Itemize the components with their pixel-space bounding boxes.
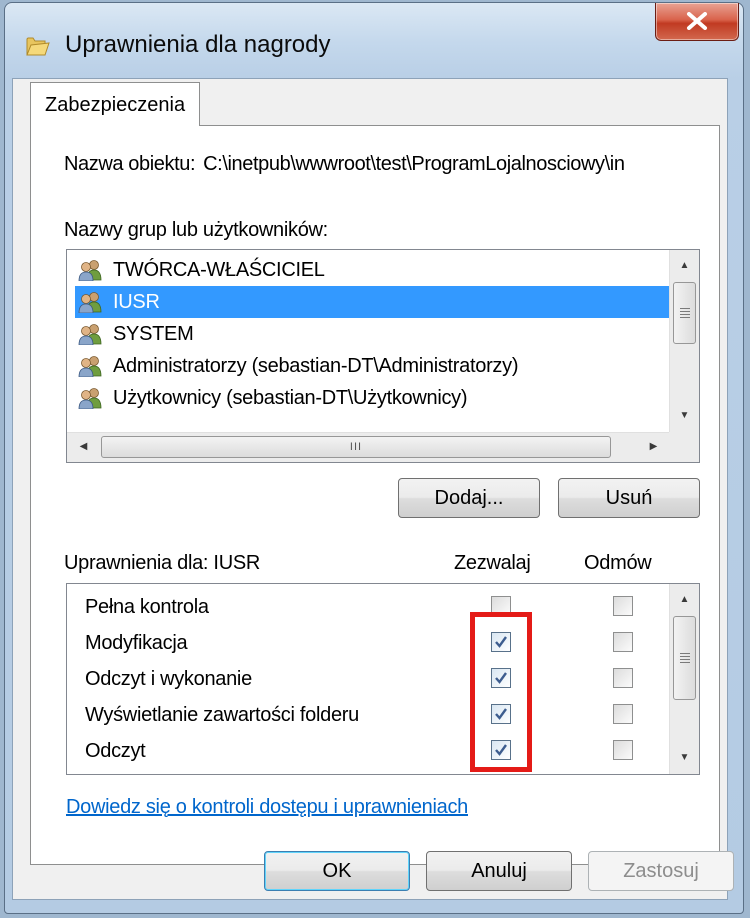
list-item-selected[interactable]: IUSR (75, 286, 671, 318)
groups-vertical-scrollbar[interactable]: ▲ ▼ (669, 250, 699, 432)
scroll-down-arrow-icon[interactable]: ▼ (670, 402, 699, 430)
help-link[interactable]: Dowiedz się o kontroli dostępu i uprawni… (66, 796, 468, 819)
folder-icon (26, 37, 50, 56)
list-item-label: TWÓRCA-WŁAŚCICIEL (113, 259, 325, 281)
deny-checkbox[interactable] (613, 632, 633, 652)
close-button[interactable] (655, 3, 739, 41)
list-item[interactable]: Użytkownicy (sebastian-DT\Użytkownicy) (75, 382, 671, 414)
permission-row-partial (67, 768, 667, 774)
groups-horizontal-scrollbar[interactable]: ◀ III ▶ (67, 432, 669, 462)
permissions-label: Uprawnienia dla: IUSR (64, 552, 261, 574)
permission-row: Pełna kontrola (67, 588, 667, 624)
window-title: Uprawnienia dla nagrody (65, 31, 331, 58)
deny-checkbox[interactable] (613, 596, 633, 616)
grip-icon (680, 308, 690, 318)
close-icon (687, 12, 707, 30)
users-icon (78, 292, 102, 313)
remove-button[interactable]: Usuń (558, 478, 700, 518)
permissions-vertical-scrollbar[interactable]: ▲ ▼ (669, 584, 699, 774)
list-item-label: Użytkownicy (sebastian-DT\Użytkownicy) (113, 387, 468, 409)
apply-button[interactable]: Zastosuj (588, 851, 734, 891)
permission-name: Pełna kontrola (85, 596, 209, 618)
list-item[interactable]: Administratorzy (sebastian-DT\Administra… (75, 350, 671, 382)
scroll-up-arrow-icon[interactable]: ▲ (670, 586, 699, 614)
scrollbar-thumb[interactable] (673, 282, 696, 344)
scrollbar-thumb-horizontal[interactable]: III (101, 436, 611, 458)
scroll-up-arrow-icon[interactable]: ▲ (670, 252, 699, 280)
scroll-down-arrow-icon[interactable]: ▼ (670, 744, 699, 772)
scrollbar-thumb[interactable] (673, 616, 696, 700)
users-icon (78, 260, 102, 281)
permission-name: Wyświetlanie zawartości folderu (85, 704, 359, 726)
tab-zabezpieczenia[interactable]: Zabezpieczenia (30, 82, 201, 126)
permission-row: Odczyt (67, 732, 667, 768)
permission-name: Odczyt i wykonanie (85, 668, 252, 690)
users-icon (78, 388, 102, 409)
object-name-row: Nazwa obiektu: C:\inetpub\wwwroot\test\Pr… (64, 153, 714, 176)
list-item[interactable]: SYSTEM (75, 318, 671, 350)
title-bar[interactable]: Uprawnienia dla nagrody (5, 3, 743, 81)
allow-column-header: Zezwalaj (454, 552, 531, 574)
permission-name: Odczyt (85, 740, 146, 762)
add-button[interactable]: Dodaj... (398, 478, 540, 518)
permission-row: Modyfikacja (67, 624, 667, 660)
grip-icon (680, 653, 690, 663)
deny-column-header: Odmów (584, 552, 652, 574)
scroll-corner (669, 432, 699, 462)
list-item[interactable]: TWÓRCA-WŁAŚCICIEL (75, 254, 671, 286)
groups-label: Nazwy grup lub użytkowników: (64, 219, 328, 241)
ok-button[interactable]: OK (264, 851, 410, 891)
permissions-list: Pełna kontrola Modyfikacja Odczyt i wyko… (66, 583, 700, 775)
list-item-label: IUSR (113, 291, 160, 313)
deny-checkbox[interactable] (613, 704, 633, 724)
deny-checkbox[interactable] (613, 740, 633, 760)
deny-checkbox[interactable] (613, 668, 633, 688)
object-name-label: Nazwa obiektu: (64, 153, 196, 175)
cancel-button[interactable]: Anuluj (426, 851, 572, 891)
permission-row: Wyświetlanie zawartości folderu (67, 696, 667, 732)
users-icon (78, 324, 102, 345)
permission-row: Odczyt i wykonanie (67, 660, 667, 696)
scroll-right-arrow-icon[interactable]: ▶ (639, 433, 668, 461)
permission-name: Modyfikacja (85, 632, 188, 654)
list-item-label: SYSTEM (113, 323, 194, 345)
groups-listbox[interactable]: TWÓRCA-WŁAŚCICIEL IUSR SYSTEM Administra… (66, 249, 700, 463)
object-path: C:\inetpub\wwwroot\test\ProgramLojalnosc… (203, 153, 625, 175)
highlight-box (470, 612, 532, 772)
users-icon (78, 356, 102, 377)
list-item-label: Administratorzy (sebastian-DT\Administra… (113, 355, 519, 377)
scroll-left-arrow-icon[interactable]: ◀ (69, 433, 98, 461)
